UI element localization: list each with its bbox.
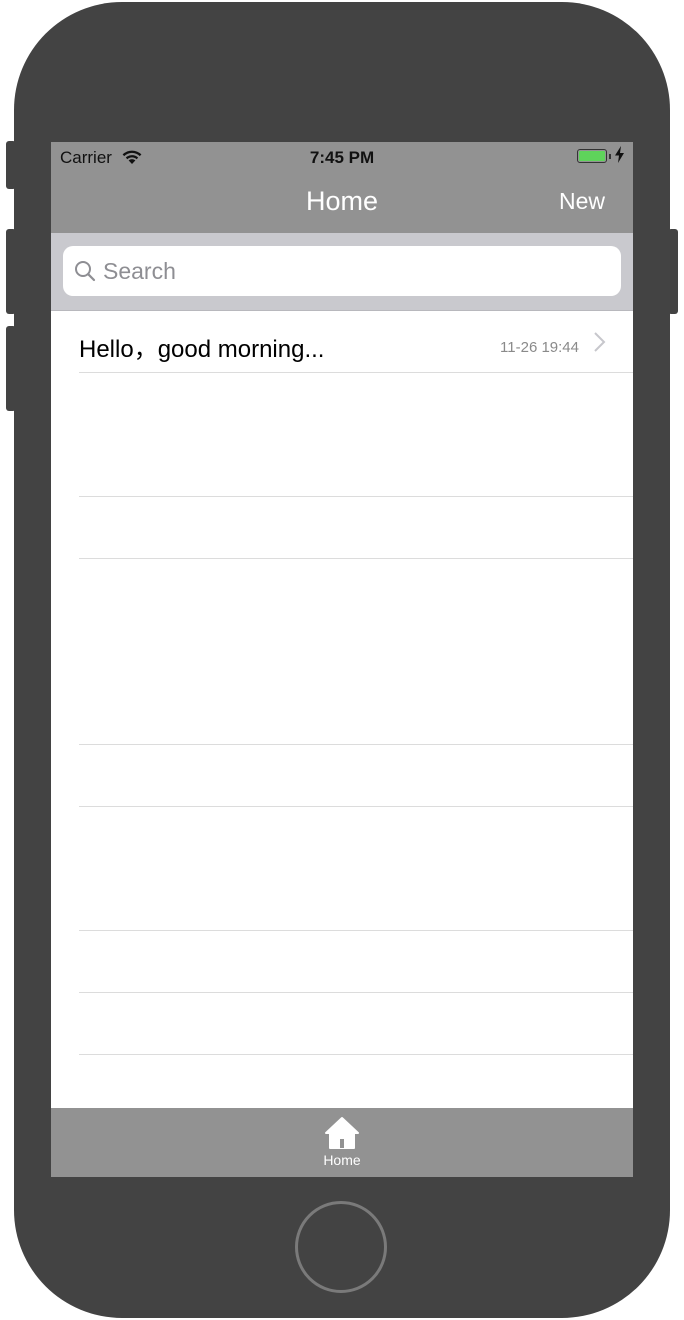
status-time: 7:45 PM: [309, 148, 375, 167]
empty-row: [51, 993, 633, 1055]
search-field[interactable]: [63, 246, 621, 296]
battery-level: [579, 151, 605, 161]
battery-tip: [609, 154, 611, 159]
nav-title: Home: [305, 186, 379, 216]
chevron-right-icon: [594, 332, 606, 352]
search-input[interactable]: [103, 246, 603, 296]
home-button[interactable]: [295, 1201, 387, 1293]
battery-charging-icon: [577, 149, 607, 163]
empty-row: [51, 931, 633, 993]
empty-row: [51, 807, 633, 931]
navigation-bar: Home New: [51, 172, 633, 233]
tab-home-label: Home: [323, 1152, 361, 1168]
phone-screen: Carrier 7:45 PM Home New Search Hello，go…: [51, 142, 633, 1177]
new-button[interactable]: New: [559, 188, 605, 215]
list-item-time: 11-26 19:44: [500, 339, 579, 356]
search-icon: [75, 261, 96, 282]
charging-bolt-icon: [615, 146, 624, 168]
empty-row: [51, 559, 633, 745]
home-icon: [325, 1117, 359, 1149]
empty-row: [51, 373, 633, 497]
list-item[interactable]: Hello，good morning... 11-26 19:44: [51, 311, 633, 373]
empty-row: [51, 497, 633, 559]
empty-row: [51, 745, 633, 807]
status-bar: Carrier 7:45 PM: [51, 142, 633, 172]
list-item-title: Hello，good morning...: [79, 336, 325, 363]
row-separator: [79, 1054, 633, 1055]
tab-home[interactable]: Home: [292, 1116, 392, 1176]
tab-bar: Home: [51, 1108, 633, 1177]
search-bar: [51, 233, 633, 311]
